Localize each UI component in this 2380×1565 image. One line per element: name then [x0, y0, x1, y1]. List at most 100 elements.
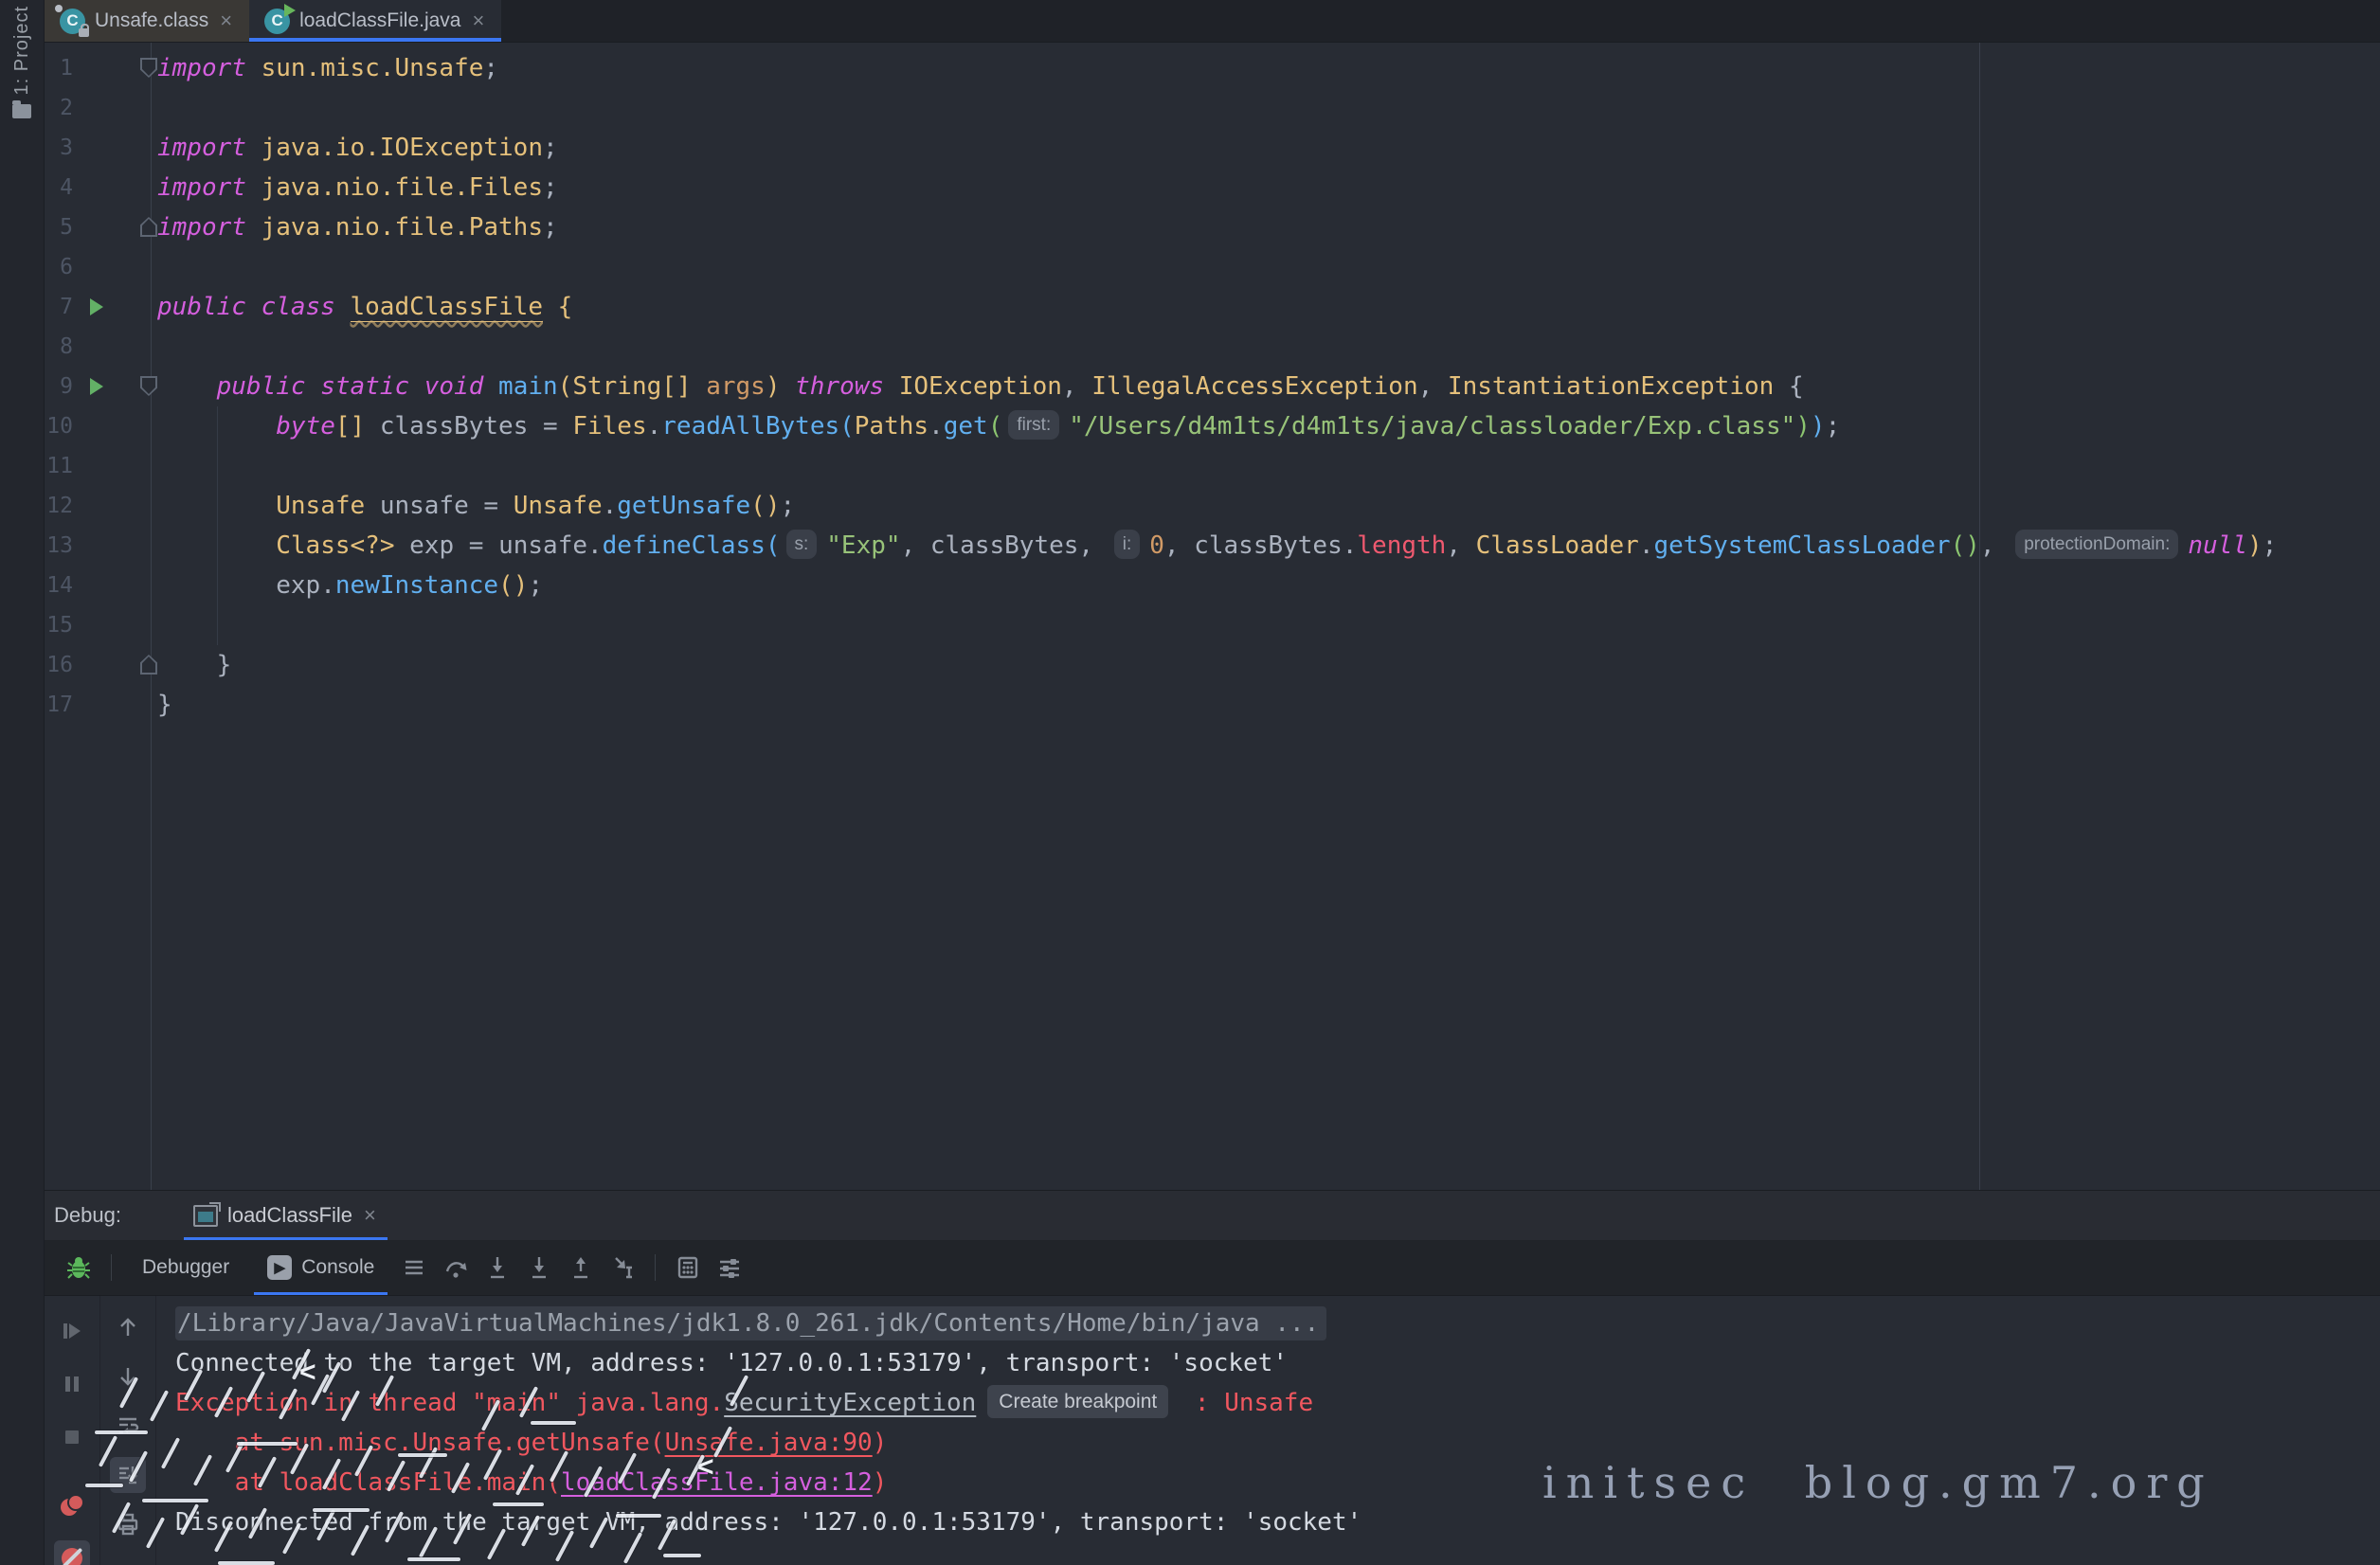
- code-line: 13 Class<?> exp = unsafe.defineClass(s:"…: [45, 526, 2380, 566]
- code-text: import java.nio.file.Files;: [157, 168, 558, 207]
- clear-all-icon[interactable]: [110, 1556, 146, 1565]
- close-icon[interactable]: ×: [362, 1205, 378, 1226]
- step-over-icon[interactable]: [435, 1249, 477, 1286]
- console-output[interactable]: /Library/Java/JavaVirtualMachines/jdk1.8…: [156, 1296, 2380, 1565]
- scroll-to-end-icon[interactable]: [110, 1457, 146, 1493]
- token: null: [2188, 531, 2247, 560]
- token: ;: [2263, 531, 2278, 560]
- close-icon[interactable]: ×: [471, 10, 487, 31]
- stack-trace-link[interactable]: SecurityException: [724, 1389, 976, 1417]
- create-breakpoint-button[interactable]: Create breakpoint: [987, 1385, 1168, 1418]
- token: .: [587, 531, 603, 560]
- token: byte: [276, 412, 335, 441]
- run-gutter-icon[interactable]: [90, 298, 103, 315]
- line-number[interactable]: 8: [45, 327, 73, 367]
- console-text: Exception in thread "main" java.lang.: [175, 1389, 724, 1417]
- line-number[interactable]: 12: [45, 486, 73, 526]
- project-tool-button[interactable]: 1: Project: [11, 6, 33, 95]
- line-number[interactable]: 1: [45, 48, 73, 88]
- token: [157, 492, 276, 520]
- token: 0: [1149, 531, 1164, 560]
- token: main: [498, 372, 558, 401]
- line-number[interactable]: 14: [45, 566, 73, 605]
- run-to-cursor-icon[interactable]: [602, 1249, 643, 1286]
- step-into-icon[interactable]: [477, 1249, 518, 1286]
- console-icon: ▶: [267, 1255, 292, 1280]
- debug-toolbar: Debugger ▶ Console: [45, 1240, 2380, 1296]
- line-number[interactable]: 6: [45, 247, 73, 287]
- token: ;: [483, 54, 498, 82]
- code-text: import java.io.IOException;: [157, 128, 558, 168]
- console-line: Connected to the target VM, address: '12…: [175, 1343, 2380, 1383]
- line-number[interactable]: 17: [45, 685, 73, 725]
- run-gutter-icon[interactable]: [90, 378, 103, 395]
- stack-trace-link[interactable]: loadClassFile.java:12: [561, 1468, 873, 1497]
- line-number[interactable]: 7: [45, 287, 73, 327]
- tab-unsafe-class[interactable]: C Unsafe.class ×: [45, 0, 249, 42]
- token: public static void: [217, 372, 484, 401]
- token: }: [157, 691, 172, 719]
- debug-tool-window: Debug: loadClassFile × Debugger: [45, 1190, 2380, 1565]
- code-text: byte[] classBytes = Files.readAllBytes(P…: [157, 406, 1840, 446]
- folder-icon: [12, 104, 31, 118]
- token: Paths: [855, 412, 929, 441]
- close-icon[interactable]: ×: [218, 10, 234, 31]
- up-arrow-icon[interactable]: [110, 1309, 146, 1345]
- token: "/Users/d4m1ts/d4m1ts/java/classloader/E…: [1069, 412, 1795, 441]
- evaluate-expression-icon[interactable]: [667, 1249, 709, 1286]
- line-number[interactable]: 11: [45, 446, 73, 486]
- fold-end-icon[interactable]: [140, 217, 157, 237]
- resume-program-icon[interactable]: [54, 1313, 90, 1349]
- code-text: Class<?> exp = unsafe.defineClass(s:"Exp…: [157, 526, 2277, 566]
- layout-settings-icon[interactable]: [709, 1249, 750, 1286]
- debug-body: /Library/Java/JavaVirtualMachines/jdk1.8…: [45, 1296, 2380, 1565]
- force-step-into-icon[interactable]: [518, 1249, 560, 1286]
- editor-tab-bar: C Unsafe.class × C loadClassFile.java ×: [45, 0, 2380, 43]
- token: =: [469, 492, 514, 520]
- stack-trace-link[interactable]: Unsafe.java:90: [665, 1429, 873, 1457]
- print-icon[interactable]: [110, 1506, 146, 1542]
- fold-start-icon[interactable]: [140, 58, 157, 78]
- tab-console[interactable]: ▶ Console: [248, 1240, 393, 1295]
- fold-end-icon[interactable]: [140, 655, 157, 675]
- token: ,: [1078, 531, 1108, 560]
- restore-layout-icon[interactable]: [393, 1249, 435, 1286]
- console-text: ): [873, 1468, 888, 1497]
- token: (: [558, 372, 573, 401]
- line-number[interactable]: 9: [45, 367, 73, 406]
- line-number[interactable]: 4: [45, 168, 73, 207]
- code-line: 17}: [45, 685, 2380, 725]
- code-line: 15: [45, 605, 2380, 645]
- down-arrow-icon[interactable]: [110, 1358, 146, 1394]
- line-number[interactable]: 16: [45, 645, 73, 685]
- debug-bug-icon: [58, 1249, 99, 1286]
- console-tab-label: Console: [301, 1256, 374, 1279]
- tab-loadclassfile-java[interactable]: C loadClassFile.java ×: [249, 0, 501, 42]
- token: ,: [1418, 372, 1448, 401]
- line-number[interactable]: 2: [45, 88, 73, 128]
- token: (: [839, 412, 855, 441]
- line-number[interactable]: 10: [45, 406, 73, 446]
- debug-session-tab[interactable]: loadClassFile ×: [184, 1191, 388, 1240]
- code-line: 12 Unsafe unsafe = Unsafe.getUnsafe();: [45, 486, 2380, 526]
- line-number[interactable]: 15: [45, 605, 73, 645]
- watermark-text: initsec blog.gm7.org: [1542, 1457, 2214, 1508]
- view-breakpoints-icon[interactable]: [54, 1487, 90, 1523]
- pause-program-icon[interactable]: [54, 1366, 90, 1402]
- token: Unsafe: [514, 492, 603, 520]
- code-editor[interactable]: 1import sun.misc.Unsafe;23import java.io…: [45, 43, 2380, 1190]
- stop-icon[interactable]: [54, 1419, 90, 1455]
- soft-wrap-icon[interactable]: [110, 1408, 146, 1444]
- fold-start-icon[interactable]: [140, 376, 157, 396]
- line-number[interactable]: 3: [45, 128, 73, 168]
- token: [246, 54, 261, 82]
- step-out-icon[interactable]: [560, 1249, 602, 1286]
- token: IOException: [899, 372, 1062, 401]
- line-number[interactable]: 13: [45, 526, 73, 566]
- token: import: [157, 173, 246, 202]
- tab-debugger[interactable]: Debugger: [123, 1240, 248, 1295]
- mute-breakpoints-icon[interactable]: [54, 1540, 90, 1565]
- code-line: 4 import java.nio.file.Files;: [45, 168, 2380, 207]
- line-number[interactable]: 5: [45, 207, 73, 247]
- code-text: public static void main(String[] args) t…: [157, 367, 1804, 406]
